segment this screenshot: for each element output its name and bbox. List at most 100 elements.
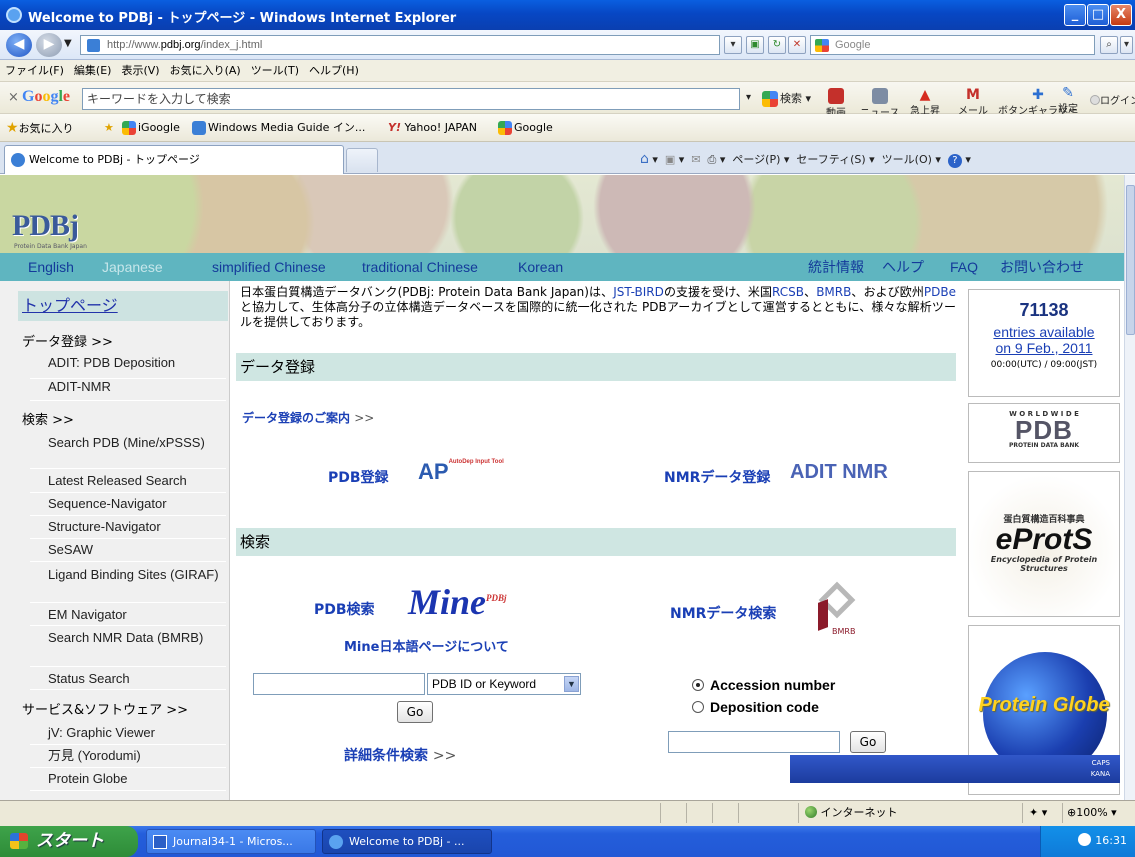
url-input[interactable]: http://www.pdbj.org/index_j.html: [80, 35, 720, 55]
search-options-icon[interactable]: ▾: [1120, 36, 1133, 54]
lang-simplified-chinese[interactable]: simplified Chinese: [212, 253, 326, 281]
link-pdbe[interactable]: PDBe: [924, 285, 956, 299]
home-icon[interactable]: ⌂: [640, 151, 649, 167]
task-ie-pdbj[interactable]: Welcome to PDBj - ...: [322, 829, 492, 854]
favorites-button[interactable]: ★お気に入り: [6, 114, 74, 143]
fav-wmg[interactable]: Windows Media Guide イン...: [192, 114, 365, 142]
deposit-guide-link[interactable]: データ登録のご案内 >>: [242, 409, 374, 426]
link-statistics[interactable]: 統計情報: [808, 253, 864, 281]
nmr-search-go-button[interactable]: Go: [850, 731, 886, 753]
adit-nmr-icon[interactable]: ADIT NMR: [790, 461, 888, 484]
protected-mode-icon[interactable]: ✦ ▾: [1022, 803, 1062, 823]
wwpdb-banner[interactable]: W O R L D W I D E PDB PROTEIN DATA BANK: [968, 403, 1120, 463]
radio-accession[interactable]: Accession number: [692, 677, 835, 693]
sidebar-item-sesaw[interactable]: SeSAW: [30, 540, 226, 562]
print-icon[interactable]: ⎙: [708, 153, 717, 166]
sidebar-item-sequence-navigator[interactable]: Sequence-Navigator: [30, 494, 226, 516]
lang-traditional-chinese[interactable]: traditional Chinese: [362, 253, 478, 281]
link-contact[interactable]: お問い合わせ: [1000, 253, 1084, 281]
nmr-search-input[interactable]: [668, 731, 840, 753]
sidebar-top-page[interactable]: トップページ: [18, 291, 228, 321]
toolbar-close-icon[interactable]: ×: [8, 90, 19, 105]
fav-igoogle[interactable]: iGoogle: [122, 114, 180, 142]
page-scrollbar[interactable]: [1124, 175, 1135, 800]
sidebar-item-protein-globe[interactable]: Protein Globe: [30, 769, 226, 791]
toolbar-settings[interactable]: ✎ 設定: [1058, 86, 1078, 115]
tools-menu[interactable]: ツール(O): [882, 153, 932, 166]
lang-korean[interactable]: Korean: [518, 253, 563, 281]
fav-google[interactable]: Google: [498, 114, 553, 142]
new-tab-button[interactable]: [346, 148, 378, 172]
url-dropdown-icon[interactable]: ▾: [724, 36, 742, 54]
close-button[interactable]: X: [1110, 4, 1132, 26]
sidebar-item-bmrb[interactable]: Search NMR Data (BMRB): [30, 627, 226, 667]
bmrb-logo[interactable]: BMRB: [814, 581, 870, 641]
mine-about-link[interactable]: Mine日本語ページについて: [344, 636, 509, 655]
pdbj-logo[interactable]: PDBj: [12, 209, 79, 243]
toolbar-trending[interactable]: ▲ 急上昇: [910, 88, 940, 117]
sidebar-item-adit-nmr[interactable]: ADIT-NMR: [30, 379, 226, 401]
ime-language-bar[interactable]: CAPS KANA: [790, 755, 1120, 783]
sidebar-item-search-pdb[interactable]: Search PDB (Mine/xPSSS): [30, 433, 226, 469]
menu-view[interactable]: 表示(V): [116, 60, 164, 81]
nmr-deposit-link[interactable]: NMRデータ登録: [664, 467, 770, 487]
google-search-button[interactable]: 検索 ▾: [762, 90, 811, 107]
pdb-search-input[interactable]: [253, 673, 425, 695]
eprots-banner[interactable]: 蛋白質構造百科事典 eProtS Encyclopedia of Protein…: [968, 471, 1120, 617]
help-icon[interactable]: ?: [947, 154, 962, 168]
mine-logo[interactable]: MinePDBj: [408, 581, 507, 623]
pdb-search-type-select[interactable]: PDB ID or Keyword ▼: [427, 673, 581, 695]
lang-english[interactable]: English: [28, 253, 74, 281]
feeds-icon[interactable]: ▣: [665, 153, 675, 166]
zoom-control[interactable]: ⊕100% ▾: [1062, 803, 1134, 823]
tray-icon[interactable]: [1078, 833, 1092, 846]
menu-file[interactable]: ファイル(F): [0, 60, 69, 81]
sidebar-item-em-navigator[interactable]: EM Navigator: [30, 604, 226, 626]
menu-tools[interactable]: ツール(T): [246, 60, 304, 81]
minimize-button[interactable]: _: [1064, 4, 1086, 26]
sidebar-item-status-search[interactable]: Status Search: [30, 668, 226, 690]
stop-icon[interactable]: ✕: [788, 36, 806, 54]
menu-edit[interactable]: 編集(E): [69, 60, 117, 81]
toolbar-login[interactable]: ログイン: [1090, 92, 1135, 107]
sidebar-item-structure-navigator[interactable]: Structure-Navigator: [30, 517, 226, 539]
back-button[interactable]: ◀: [6, 33, 32, 57]
sidebar-section-deposit[interactable]: データ登録 >>: [22, 331, 113, 350]
google-search-input[interactable]: キーワードを入力して検索: [82, 88, 740, 110]
fav-yahoo[interactable]: Y! Yahoo! JAPAN: [388, 114, 477, 142]
sidebar-item-latest-released[interactable]: Latest Released Search: [30, 471, 226, 493]
sidebar-item-adit-pdb[interactable]: ADIT: PDB Deposition: [30, 355, 226, 379]
compat-icon[interactable]: ▣: [746, 36, 764, 54]
toolbar-mail[interactable]: M メール: [958, 88, 988, 117]
sidebar-section-search[interactable]: 検索 >>: [22, 409, 74, 428]
sidebar-item-yorodumi[interactable]: 万見 (Yorodumi): [30, 746, 226, 768]
link-jst-bird[interactable]: JST-BIRD: [613, 285, 664, 299]
pdb-search-link[interactable]: PDB検索: [314, 599, 375, 619]
menu-favorites[interactable]: お気に入り(A): [165, 60, 246, 81]
autodep-icon[interactable]: APAutoDep Input Tool: [418, 459, 504, 485]
start-button[interactable]: スタート: [0, 826, 138, 857]
advanced-search-link[interactable]: 詳細条件検索 >>: [344, 745, 456, 765]
pdb-search-go-button[interactable]: Go: [397, 701, 433, 723]
nmr-search-link[interactable]: NMRデータ検索: [670, 603, 776, 623]
entries-available-link[interactable]: entries available: [969, 324, 1119, 340]
safety-menu[interactable]: セーフティ(S): [796, 153, 865, 166]
sidebar-item-jv[interactable]: jV: Graphic Viewer: [30, 723, 226, 745]
task-journal[interactable]: Journal34-1 - Micros...: [146, 829, 316, 854]
tab-pdbj[interactable]: Welcome to PDBj - トップページ: [4, 145, 344, 174]
search-input[interactable]: Google: [810, 35, 1095, 55]
google-dropdown-icon[interactable]: ▾: [746, 92, 751, 103]
sidebar-item-giraf[interactable]: Ligand Binding Sites (GIRAF): [30, 563, 226, 603]
page-menu[interactable]: ページ(P): [732, 153, 780, 166]
refresh-icon[interactable]: ↻: [768, 36, 786, 54]
link-rcsb[interactable]: RCSB: [772, 285, 804, 299]
entries-date-link[interactable]: on 9 Feb., 2011: [969, 340, 1119, 356]
search-icon[interactable]: ⌕: [1100, 36, 1118, 54]
add-favorite-icon[interactable]: ★: [104, 114, 114, 142]
scrollbar-thumb[interactable]: [1126, 185, 1135, 335]
link-help[interactable]: ヘルプ: [882, 253, 924, 281]
pdb-deposit-link[interactable]: PDB登録: [328, 467, 389, 487]
forward-button[interactable]: ▶: [36, 33, 62, 57]
maximize-button[interactable]: □: [1087, 4, 1109, 26]
menu-help[interactable]: ヘルプ(H): [304, 60, 364, 81]
